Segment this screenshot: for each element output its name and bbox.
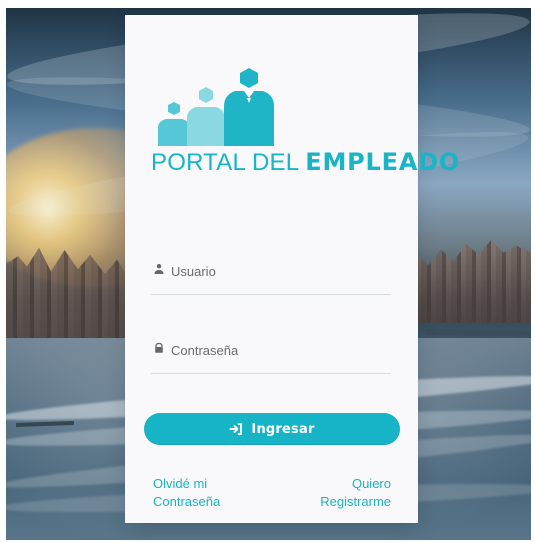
city-skyline-right xyxy=(406,240,531,323)
account-links: Olvidé mi Contraseña Quiero Registrarme xyxy=(153,475,391,515)
portal-title-strong: EMPLEADO xyxy=(305,148,461,176)
register-link[interactable]: Quiero Registrarme xyxy=(320,475,391,511)
login-button-label: Ingresar xyxy=(251,421,315,437)
password-field[interactable] xyxy=(151,335,391,374)
portal-title-prefix: PORTAL DEL xyxy=(151,149,306,176)
lock-icon xyxy=(153,342,165,354)
user-icon xyxy=(153,263,165,275)
password-input[interactable] xyxy=(171,335,391,365)
pier-right xyxy=(425,329,531,337)
forgot-password-line-2: Contraseña xyxy=(153,494,221,509)
portal-logo: PORTAL DEL EMPLEADO xyxy=(148,67,459,187)
username-field[interactable] xyxy=(151,256,391,295)
portal-title: PORTAL DEL EMPLEADO xyxy=(151,149,460,176)
forgot-password-line-1: Olvidé mi xyxy=(153,476,208,491)
page-frame: PORTAL DEL EMPLEADO Usuario Ingresar Olv… xyxy=(0,0,535,542)
login-button[interactable]: Ingresar xyxy=(144,413,400,445)
sign-in-icon xyxy=(229,422,243,436)
employee-group-logo-icon xyxy=(158,68,274,146)
username-input[interactable] xyxy=(171,256,391,286)
forgot-password-link[interactable]: Olvidé mi Contraseña xyxy=(153,475,220,511)
register-line-2: Registrarme xyxy=(320,494,391,509)
login-card: PORTAL DEL EMPLEADO Usuario Ingresar Olv… xyxy=(125,15,459,523)
register-line-1: Quiero xyxy=(351,476,391,491)
